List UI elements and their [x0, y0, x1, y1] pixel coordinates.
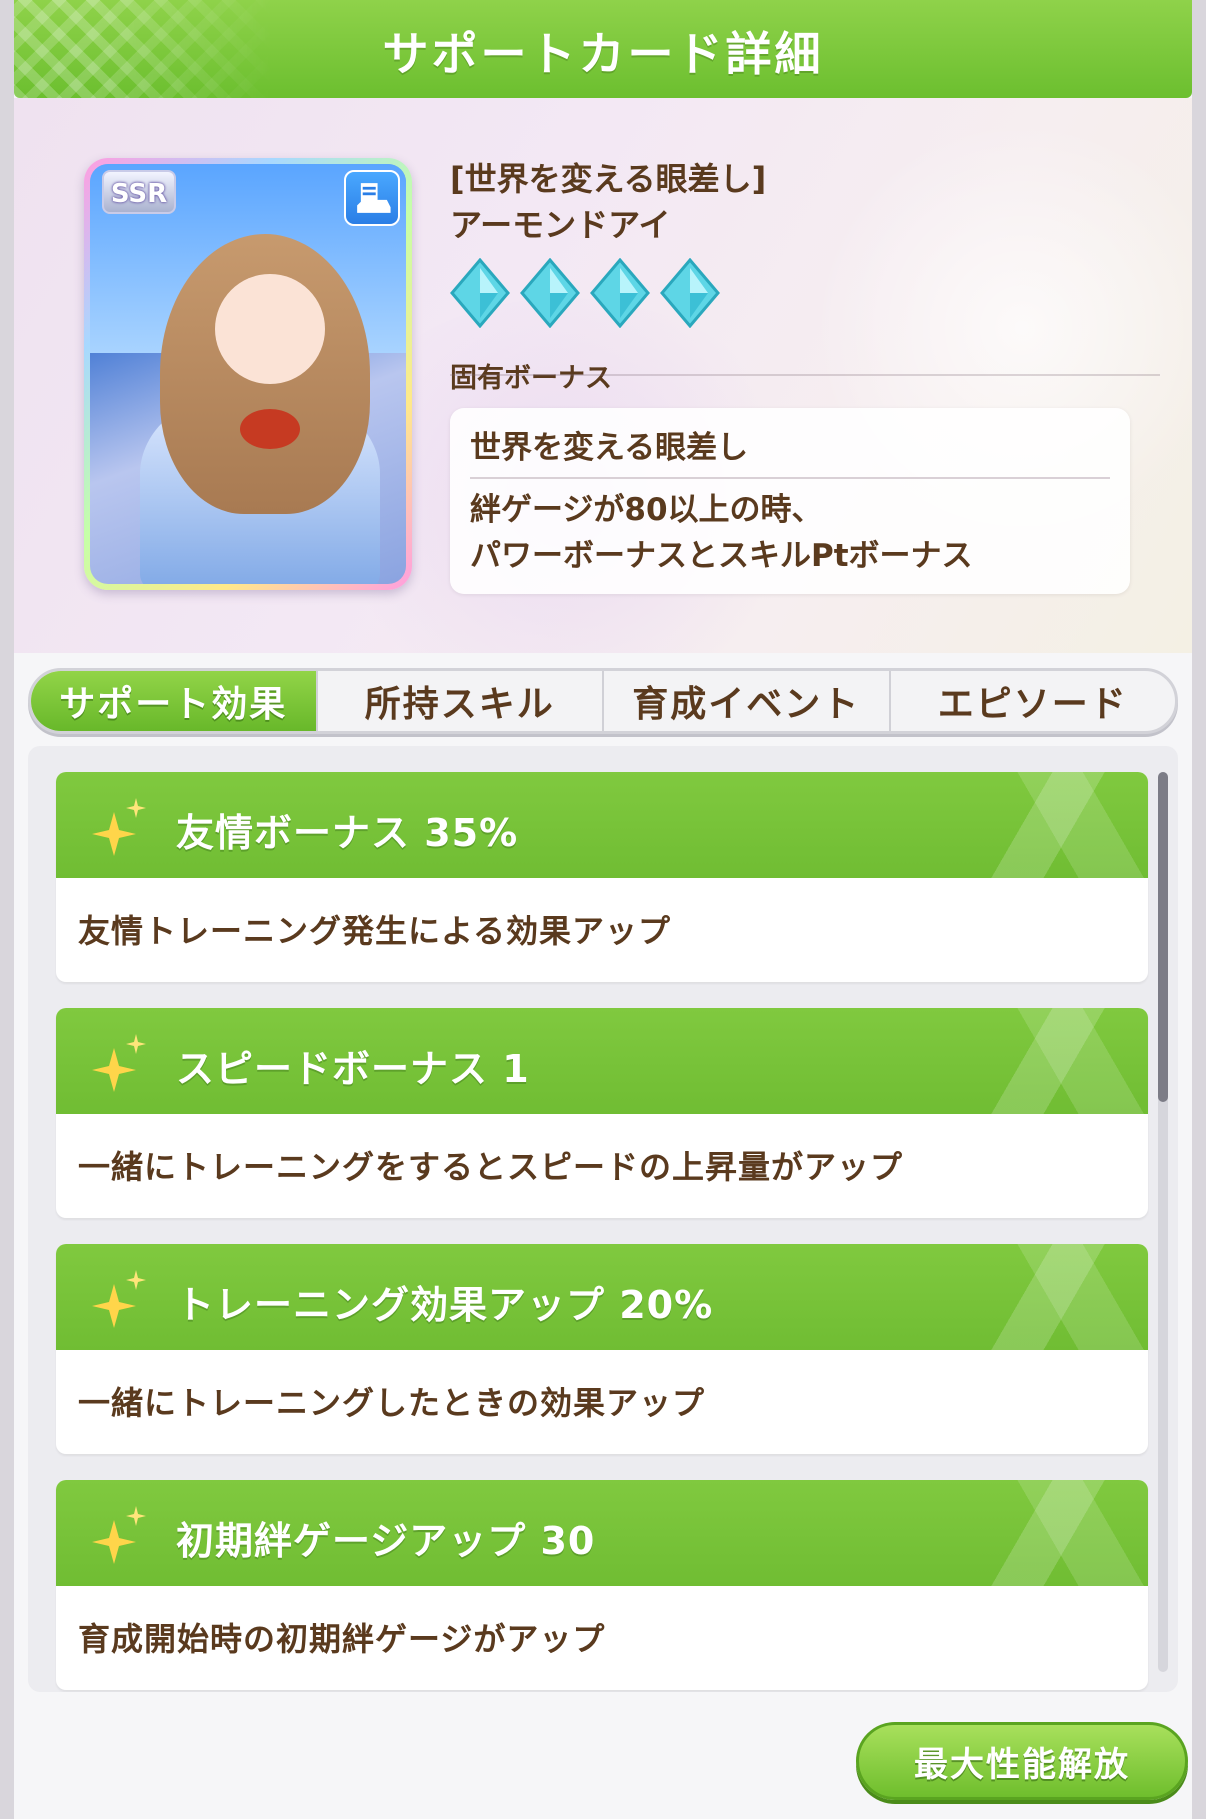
unique-bonus-name: 世界を変える眼差し	[470, 422, 1110, 479]
header-decoration	[948, 1244, 1148, 1350]
max-performance-unlock-button[interactable]: 最大性能解放	[856, 1722, 1188, 1800]
effect-header: スピードボーナス 1	[56, 1008, 1148, 1114]
header-decoration	[948, 772, 1148, 878]
gem-icon	[660, 258, 720, 328]
effect-description: 育成開始時の初期絆ゲージがアップ	[78, 1620, 606, 1658]
support-effect-list[interactable]: 友情ボーナス 35% 友情トレーニング発生による効果アップ スピードボーナス 1…	[28, 746, 1178, 1692]
sparkle-icon	[92, 798, 146, 856]
illustration-face	[215, 274, 325, 384]
detail-tabs: サポート効果 所持スキル 育成イベント エピソード	[28, 668, 1178, 734]
effect-description: 一緒にトレーニングしたときの効果アップ	[78, 1384, 706, 1422]
bonus-desc-line: 絆ゲージが80以上の時、	[470, 492, 823, 528]
card-info-panel: SSR [世界を変える眼差し] アーモンドアイ 固有ボーナス 世界を変える眼差し…	[14, 98, 1192, 653]
tab-training-events[interactable]: 育成イベント	[604, 671, 891, 731]
effect-title: スピードボーナス 1	[176, 1047, 530, 1091]
header-decoration	[948, 1008, 1148, 1114]
list-item: トレーニング効果アップ 20% 一緒にトレーニングしたときの効果アップ	[56, 1244, 1148, 1454]
list-item: 友情ボーナス 35% 友情トレーニング発生による効果アップ	[56, 772, 1148, 982]
list-scrollbar[interactable]	[1158, 772, 1168, 1672]
header-decoration	[948, 1480, 1148, 1586]
list-item: 初期絆ゲージアップ 30 育成開始時の初期絆ゲージがアップ	[56, 1480, 1148, 1690]
effect-header: トレーニング効果アップ 20%	[56, 1244, 1148, 1350]
tab-support-effect[interactable]: サポート効果	[31, 671, 318, 731]
gem-icon	[450, 258, 510, 328]
rarity-badge: SSR	[102, 170, 176, 214]
effect-header: 友情ボーナス 35%	[56, 772, 1148, 878]
effect-description: 一緒にトレーニングをするとスピードの上昇量がアップ	[78, 1148, 904, 1186]
app-frame: サポートカード詳細 SSR [世界を変える眼差し] アーモンドアイ 固有ボーナス…	[14, 0, 1192, 1819]
card-name: アーモンドアイ	[450, 206, 671, 244]
divider	[450, 374, 1160, 376]
power-shoe-icon	[344, 170, 400, 226]
bonus-desc-line: パワーボーナスとスキルPtボーナス	[470, 538, 973, 574]
scrollbar-thumb[interactable]	[1158, 772, 1168, 1102]
talent-level-gems	[450, 258, 720, 328]
tab-skills[interactable]: 所持スキル	[318, 671, 604, 731]
sparkle-icon	[92, 1034, 146, 1092]
support-card-image[interactable]: SSR	[84, 158, 412, 590]
effect-title: トレーニング効果アップ 20%	[176, 1283, 714, 1327]
gem-icon	[520, 258, 580, 328]
gem-icon	[590, 258, 650, 328]
unique-bonus-description: 絆ゲージが80以上の時、 パワーボーナスとスキルPtボーナス	[470, 487, 1110, 579]
list-item: スピードボーナス 1 一緒にトレーニングをするとスピードの上昇量がアップ	[56, 1008, 1148, 1218]
effect-title: 友情ボーナス 35%	[176, 811, 519, 855]
effect-description: 友情トレーニング発生による効果アップ	[78, 912, 672, 950]
unique-bonus-box: 世界を変える眼差し 絆ゲージが80以上の時、 パワーボーナスとスキルPtボーナス	[450, 408, 1130, 594]
header-bar: サポートカード詳細	[14, 0, 1192, 98]
page-title: サポートカード詳細	[382, 27, 824, 81]
sparkle-icon	[92, 1506, 146, 1564]
sparkle-icon	[92, 1270, 146, 1328]
effect-title: 初期絆ゲージアップ 30	[176, 1519, 596, 1563]
tab-episode[interactable]: エピソード	[891, 671, 1176, 731]
card-illustration: SSR	[90, 164, 406, 584]
effect-header: 初期絆ゲージアップ 30	[56, 1480, 1148, 1586]
card-title: [世界を変える眼差し]	[450, 160, 767, 198]
illustration-bow	[240, 409, 300, 449]
